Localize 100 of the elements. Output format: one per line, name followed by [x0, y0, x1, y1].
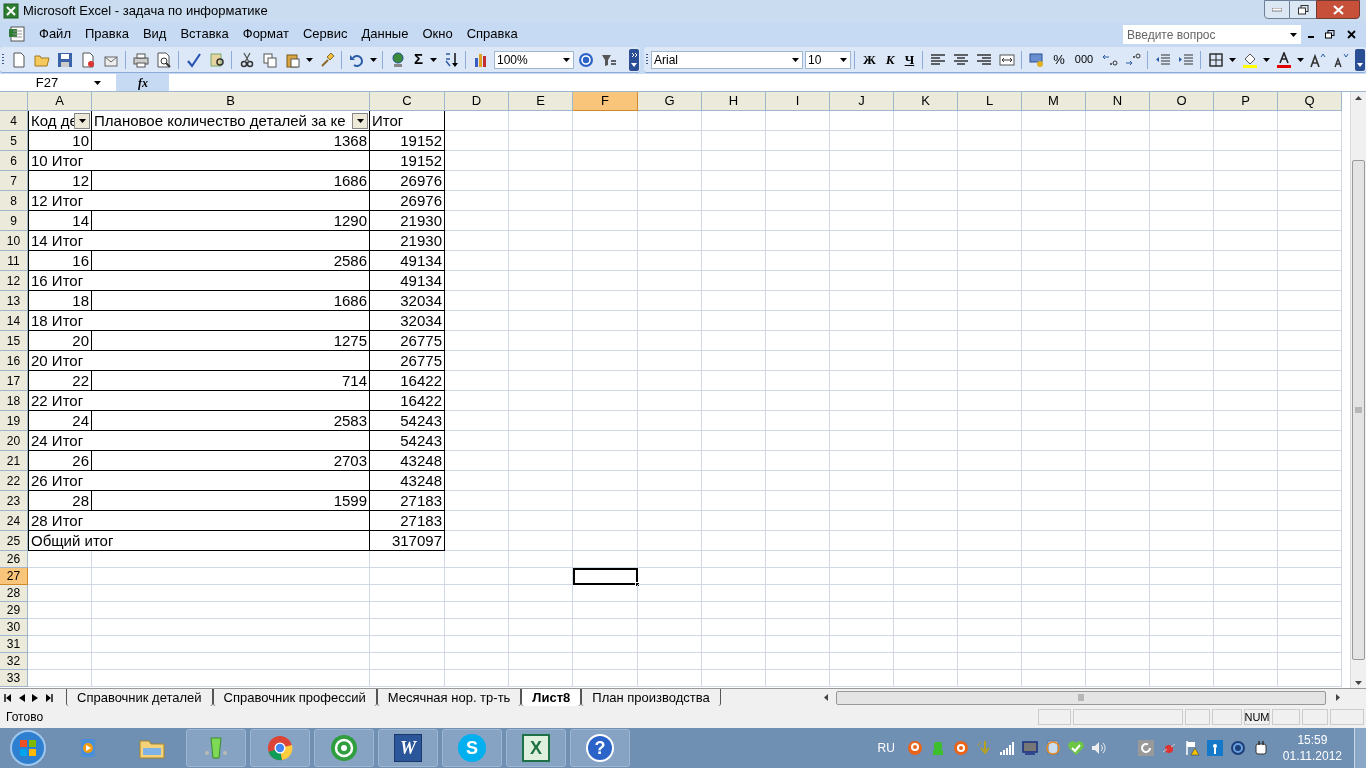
dropdown-arrow-icon[interactable] [1263, 57, 1271, 62]
print-preview-icon[interactable] [155, 51, 172, 68]
vertical-scrollbar[interactable] [1350, 92, 1366, 688]
row-header[interactable]: 20 [0, 431, 28, 451]
row-header[interactable]: 31 [0, 636, 28, 653]
row-header[interactable]: 26 [0, 551, 28, 568]
copy-icon[interactable] [261, 51, 278, 68]
autosum-button[interactable]: Σ [409, 48, 428, 71]
toolbar-options-icon[interactable] [629, 48, 639, 71]
row-header[interactable]: 28 [0, 585, 28, 602]
ring-icon[interactable] [952, 740, 969, 756]
menu-item[interactable]: Вставка [173, 24, 236, 44]
column-header[interactable]: E [509, 92, 573, 111]
row-header[interactable]: 14 [0, 311, 28, 331]
row-header[interactable]: 10 [0, 231, 28, 251]
borders-icon[interactable] [1207, 51, 1224, 68]
row-header[interactable]: 8 [0, 191, 28, 211]
scroll-right-arrow-icon[interactable] [1336, 694, 1340, 701]
sheet-tab[interactable]: Лист8 [521, 689, 582, 706]
column-header[interactable]: K [894, 92, 958, 111]
row-header[interactable]: 19 [0, 411, 28, 431]
scroll-left-arrow-icon[interactable] [824, 694, 828, 701]
menu-item[interactable]: Формат [235, 24, 296, 44]
column-header[interactable]: O [1150, 92, 1214, 111]
align-left-icon[interactable] [929, 51, 946, 68]
row-header[interactable]: 23 [0, 491, 28, 511]
ring-icon[interactable] [1229, 740, 1246, 756]
taskbar-button[interactable]: X [506, 729, 566, 767]
hyperlink-globe-icon[interactable] [389, 51, 406, 68]
signal-bars-icon[interactable] [998, 740, 1015, 756]
menu-item[interactable]: Вид [135, 24, 174, 44]
sheet-tab[interactable]: Месячная нор. тр-ть [376, 689, 522, 706]
bold-button[interactable]: Ж [858, 48, 881, 71]
zoom-dropdown[interactable]: 100% [494, 50, 574, 69]
column-header[interactable]: D [445, 92, 509, 111]
row-header[interactable]: 9 [0, 211, 28, 231]
speaker-icon[interactable] [1090, 740, 1107, 756]
italic-button[interactable]: К [880, 48, 900, 71]
row-header[interactable]: 13 [0, 291, 28, 311]
filter-dropdown-button[interactable] [352, 113, 368, 129]
taskbar-button[interactable] [314, 729, 374, 767]
warning-flag-icon[interactable] [1183, 740, 1200, 756]
font-size-dropdown[interactable]: 10 [805, 50, 851, 69]
sheet-tab[interactable]: Справочник деталей [66, 689, 213, 706]
menu-item[interactable]: Окно [415, 24, 460, 44]
row-header[interactable]: 7 [0, 171, 28, 191]
column-header[interactable]: N [1086, 92, 1150, 111]
toolbar-options-icon[interactable] [1355, 48, 1365, 71]
spelling-check-icon[interactable] [185, 51, 202, 68]
column-header[interactable]: P [1214, 92, 1278, 111]
merge-center-icon[interactable] [998, 51, 1015, 68]
row-header[interactable]: 30 [0, 619, 28, 636]
chart-icon[interactable] [472, 51, 489, 68]
menu-item[interactable]: Сервис [295, 24, 355, 44]
scroll-up-arrow-icon[interactable] [1355, 96, 1362, 100]
taskbar-button[interactable] [250, 729, 310, 767]
dropdown-arrow-icon[interactable] [1290, 32, 1297, 37]
dropdown-arrow-icon[interactable] [1229, 57, 1237, 62]
column-header[interactable]: J [830, 92, 894, 111]
column-header[interactable]: I [766, 92, 830, 111]
row-header[interactable]: 17 [0, 371, 28, 391]
row-header[interactable]: 18 [0, 391, 28, 411]
column-header[interactable]: A [28, 92, 92, 111]
sort-ascending-icon[interactable] [442, 51, 459, 68]
row-header[interactable]: 29 [0, 602, 28, 619]
row-header[interactable]: 15 [0, 331, 28, 351]
decrease-decimal-icon[interactable] [1124, 51, 1141, 68]
new-document-icon[interactable] [10, 51, 27, 68]
dropdown-arrow-icon[interactable] [1297, 57, 1305, 62]
first-sheet-icon[interactable] [4, 693, 12, 702]
grow-font-icon[interactable] [1309, 51, 1326, 68]
row-header[interactable]: 21 [0, 451, 28, 471]
dropdown-arrow-icon[interactable] [306, 57, 313, 62]
row-header[interactable]: 27 [0, 568, 28, 585]
help-icon[interactable] [577, 51, 594, 68]
dropdown-arrow-icon[interactable] [430, 57, 437, 62]
scroll-down-arrow-icon[interactable] [1355, 681, 1362, 685]
sheet-tab[interactable]: План производства [581, 689, 721, 706]
filter-dropdown-button[interactable] [74, 113, 90, 129]
column-header[interactable]: Q [1278, 92, 1342, 111]
maximize-button[interactable] [1290, 0, 1316, 19]
row-header[interactable]: 33 [0, 670, 28, 687]
font-dropdown[interactable]: Arial [651, 50, 803, 69]
scrollbar-thumb[interactable] [1352, 160, 1365, 660]
row-header[interactable]: 11 [0, 251, 28, 271]
percent-button[interactable]: % [1048, 48, 1070, 71]
row-header[interactable]: 22 [0, 471, 28, 491]
close-button[interactable] [1316, 0, 1360, 19]
help-search-field[interactable]: Введите вопрос [1123, 25, 1301, 44]
start-button[interactable] [10, 730, 46, 766]
underline-button[interactable]: Ч [899, 48, 920, 71]
column-header[interactable]: L [958, 92, 1022, 111]
scrollbar-thumb[interactable] [836, 690, 1326, 705]
fill-handle[interactable] [635, 582, 640, 587]
decrease-indent-icon[interactable] [1154, 51, 1171, 68]
row-header[interactable]: 6 [0, 151, 28, 171]
cut-icon[interactable] [238, 51, 255, 68]
font-color-icon[interactable] [1275, 51, 1292, 68]
thousands-separator-button[interactable]: 000 [1069, 48, 1099, 71]
paste-icon[interactable] [284, 51, 301, 68]
